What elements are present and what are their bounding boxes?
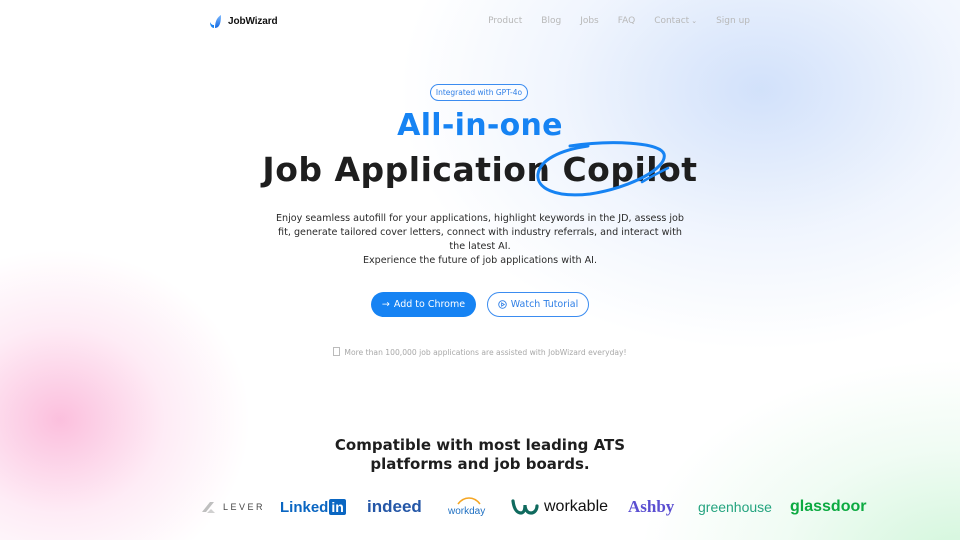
nav-link-product[interactable]: Product [488, 16, 522, 26]
hero-description: Enjoy seamless autofill for your applica… [270, 212, 690, 268]
nav-link-contact[interactable]: Contact ⌄ [654, 16, 697, 26]
jobwizard-logo-icon [210, 15, 221, 28]
indeed-logo: indeed [367, 497, 422, 516]
nav-link-signup[interactable]: Sign up [716, 16, 750, 26]
hero-title-prefix: Job Application [262, 150, 563, 189]
lever-logo: LEVER [201, 494, 265, 520]
nav-links: Product Blog Jobs FAQ Contact ⌄ Sign up [469, 16, 750, 26]
compatibility-heading-line2: platforms and job boards. [370, 455, 590, 473]
hero-description-line1: Enjoy seamless autofill for your applica… [275, 213, 685, 252]
arrow-right-icon: → [381, 299, 390, 310]
workday-logo: workday [448, 494, 485, 520]
watch-tutorial-button[interactable]: Watch Tutorial [487, 292, 589, 317]
nav-link-faq[interactable]: FAQ [618, 16, 635, 26]
hero-title-line2: Job Application Copilot [0, 150, 960, 189]
add-to-chrome-button[interactable]: → Add to Chrome [371, 292, 476, 317]
ashby-logo: Ashby [628, 497, 675, 516]
lever-mark-icon [202, 502, 215, 513]
chevron-down-icon: ⌄ [691, 17, 698, 25]
greenhouse-logo: greenhouse [698, 499, 772, 515]
compatibility-heading-line1: Compatible with most leading ATS [334, 436, 626, 454]
gpt-badge: Integrated with GPT-4o [430, 84, 528, 101]
usage-note-text: More than 100,000 job applications are a… [344, 348, 627, 357]
workday-arc-icon [457, 497, 481, 505]
workable-mark-icon [511, 499, 539, 515]
compatibility-heading: Compatible with most leading ATS platfor… [0, 436, 960, 474]
glassdoor-logo: glassdoor [790, 498, 867, 515]
top-nav: JobWizard Product Blog Jobs FAQ Contact … [208, 10, 750, 32]
brand-logo[interactable]: JobWizard [208, 13, 278, 29]
nav-link-blog[interactable]: Blog [541, 16, 561, 26]
workable-logo: workable [511, 494, 608, 520]
emoji-placeholder-icon [333, 347, 341, 356]
play-circle-icon [498, 300, 507, 309]
partner-logos: LEVER Linked in indeed workday workable A… [0, 494, 960, 520]
linkedin-logo: Linked in [280, 498, 346, 516]
nav-link-contact-label: Contact [654, 16, 690, 26]
nav-link-jobs[interactable]: Jobs [580, 16, 599, 26]
brand-name: JobWizard [228, 15, 278, 27]
usage-note: More than 100,000 job applications are a… [0, 347, 960, 357]
add-to-chrome-label: Add to Chrome [393, 299, 466, 310]
watch-tutorial-label: Watch Tutorial [510, 299, 579, 310]
hero-title-highlight: Copilot [562, 150, 698, 189]
hero-description-line2: Experience the future of job application… [362, 255, 598, 266]
hero-title-line1: All-in-one [397, 108, 563, 143]
